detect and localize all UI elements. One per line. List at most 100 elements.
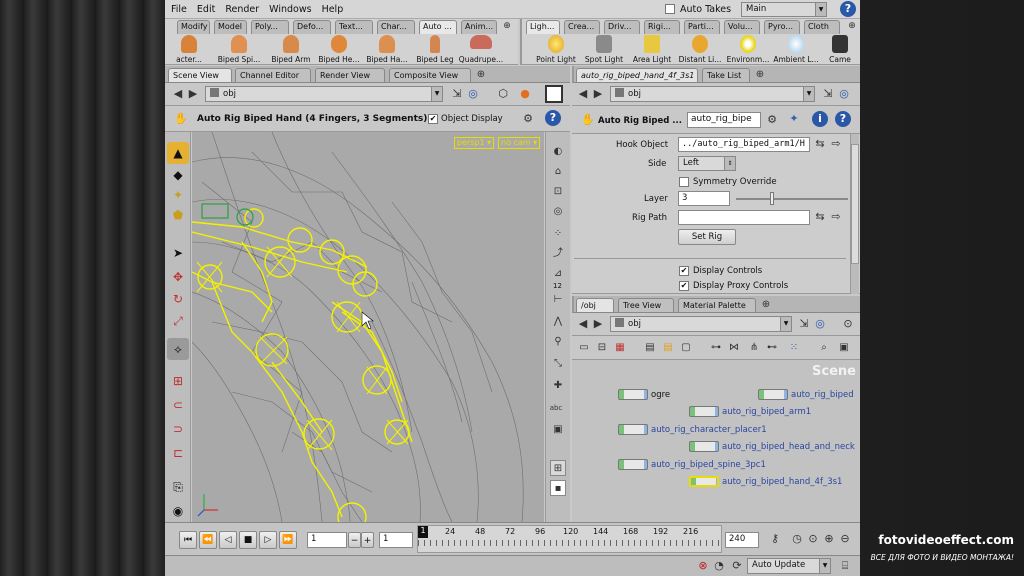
step-forward-icon[interactable]: ⏩ (279, 531, 297, 549)
shelf-tab-model[interactable]: Model (214, 20, 247, 34)
scale-tool-icon[interactable]: ⤢ (167, 310, 189, 332)
back-arrow-icon[interactable]: ◀ (575, 86, 591, 102)
color-palette-icon[interactable]: ▦ (612, 340, 628, 356)
tool-biped-hand[interactable]: Biped Ha... (361, 35, 413, 64)
grid-snap-icon[interactable]: ⁙ (786, 340, 802, 356)
link-icon[interactable]: ◎ (465, 86, 481, 102)
display-points-icon[interactable]: ⁘ (550, 226, 566, 242)
ghost-icon[interactable]: ◎ (550, 204, 566, 220)
shelf-menu-icon[interactable]: ⊕ (499, 19, 515, 35)
grid-icon[interactable]: ⊞ (550, 460, 566, 476)
pin-icon[interactable]: ⇲ (449, 86, 465, 102)
node-auto-rig-biped[interactable]: auto_rig_biped (758, 389, 854, 400)
tab-take-list[interactable]: Take List (702, 68, 750, 82)
shelf-tab-create[interactable]: Crea... (564, 20, 600, 34)
params-path-select[interactable]: obj ▼ (610, 86, 815, 102)
cook-icon[interactable]: ◔ (711, 558, 727, 574)
network-path-select[interactable]: obj ▼ (610, 316, 792, 332)
snap-options-icon[interactable]: ⚙ (520, 111, 536, 127)
shelf-tab-pyro[interactable]: Pyro... (764, 20, 800, 34)
viewport[interactable]: persp1 ▾ no cam ▾ (192, 132, 544, 522)
shelf-tab-rigid[interactable]: Rigi... (644, 20, 680, 34)
wire-icon[interactable]: ⤡ (550, 356, 566, 372)
tool-distant-light[interactable]: Distant Li... (676, 35, 724, 64)
help-icon[interactable]: ? (545, 110, 561, 126)
link-icon[interactable]: ◎ (812, 316, 828, 332)
menu-windows[interactable]: Windows (263, 0, 315, 15)
select-arrow-icon[interactable]: ➤ (167, 242, 189, 264)
python-icon[interactable]: ✦ (786, 111, 802, 127)
node-auto-rig-biped-arm1[interactable]: auto_rig_biped_arm1 (689, 406, 811, 417)
tab-channel-editor[interactable]: Channel Editor (235, 68, 311, 82)
params-scrollbar-thumb[interactable] (851, 144, 859, 264)
forward-arrow-icon[interactable]: ▶ (590, 316, 606, 332)
end-frame-field[interactable]: 240 (725, 532, 759, 548)
layer-slider-thumb[interactable] (769, 192, 774, 205)
add-tab-icon[interactable]: ⊕ (752, 67, 768, 83)
update-icon[interactable]: ⟳ (729, 558, 745, 574)
tool-camera[interactable]: Came (820, 35, 860, 64)
display-controls-checkbox[interactable]: ✔ (679, 266, 689, 276)
network-box-icon[interactable]: ▢ (678, 340, 694, 356)
node-auto-rig-character-placer1[interactable]: auto_rig_character_placer1 (618, 424, 767, 435)
view-tool-icon[interactable]: ⎘ (167, 476, 189, 498)
range-icon[interactable]: ⊖ (837, 531, 853, 547)
layer-field[interactable]: 3 (678, 191, 730, 206)
handle-mode-icon[interactable]: ⬟ (167, 204, 189, 226)
shelf-tab-deform[interactable]: Defo... (293, 20, 331, 34)
abc-icon[interactable]: abc (548, 400, 564, 416)
camera-tool-icon[interactable]: ◉ (167, 500, 189, 522)
no-cam-menu[interactable]: no cam ▾ (498, 137, 541, 149)
audio-icon[interactable]: ⊙ (805, 531, 821, 547)
back-arrow-icon[interactable]: ◀ (170, 86, 186, 102)
menu-render[interactable]: Render (219, 0, 263, 15)
tool-environment-light[interactable]: Environm... (724, 35, 772, 64)
handle-tool-icon[interactable]: ⟡ (167, 338, 189, 360)
texture-icon[interactable]: ▣ (550, 422, 566, 438)
info-icon[interactable]: i (812, 111, 828, 127)
back-arrow-icon[interactable]: ◀ (575, 316, 591, 332)
tool-ambient-light[interactable]: Ambient L... (772, 35, 820, 64)
display-uv-icon[interactable]: ⊿ (550, 266, 566, 282)
forward-arrow-icon[interactable]: ▶ (590, 86, 606, 102)
set-rig-button[interactable]: Set Rig (678, 229, 736, 245)
play-reverse-icon[interactable]: ◁ (219, 531, 237, 549)
jump-to-node-icon[interactable]: ⇨ (828, 209, 844, 225)
home-view-icon[interactable]: ⌂ (550, 164, 566, 180)
node-auto-rig-biped-head-and-neck[interactable]: auto_rig_biped_head_and_neck (689, 441, 855, 452)
shelf-tab-particles[interactable]: Parti... (684, 20, 720, 34)
stop-cook-icon[interactable]: ⊗ (695, 558, 711, 574)
zoom-icon[interactable]: ⊙ (840, 316, 856, 332)
shelf-tab-character[interactable]: Char... (377, 20, 415, 34)
tool-biped-spine[interactable]: Biped Spi... (213, 35, 265, 64)
keyframe-icon[interactable]: ⚷ (767, 531, 783, 547)
network-editor[interactable]: Scene ogre auto_rig_biped auto_rig_biped… (572, 360, 860, 522)
tool-spot-light[interactable]: Spot Light (580, 35, 628, 64)
object-mode-icon[interactable]: ◆ (167, 164, 189, 186)
tool-quadruped[interactable]: Quadrupe... (455, 35, 507, 64)
add-tab-icon[interactable]: ⊕ (473, 67, 489, 83)
measure-icon[interactable]: ⊢ (550, 292, 566, 308)
pin-icon[interactable]: ⇲ (796, 316, 812, 332)
help-icon[interactable]: ? (835, 111, 851, 127)
display-proxy-controls-checkbox[interactable]: ✔ (679, 281, 689, 291)
object-display-checkbox[interactable]: ✔ (428, 114, 438, 124)
node-chooser-icon[interactable]: ⇆ (812, 209, 828, 225)
pose-tool-icon[interactable]: ⊞ (167, 370, 189, 392)
tool-biped-leg[interactable]: Biped Leg (409, 35, 461, 64)
menu-file[interactable]: File (165, 0, 191, 15)
frame-increment-icon[interactable]: + (361, 532, 374, 548)
shelf-tab-modify[interactable]: Modify (177, 20, 210, 34)
pin-icon[interactable]: ⇲ (820, 86, 836, 102)
note-icon[interactable]: ▤ (660, 340, 676, 356)
layer-slider-track[interactable] (736, 198, 848, 200)
tab-obj-network[interactable]: /obj (576, 298, 614, 312)
magnet-tool-icon[interactable]: ⊂ (167, 394, 189, 416)
layout-icon[interactable]: ⊶ (708, 340, 724, 356)
shelf-tab-poly[interactable]: Poly... (251, 20, 289, 34)
params-scrollbar[interactable] (850, 134, 859, 294)
timeline-ruler[interactable]: 1 24 48 72 96 120 144 168 192 216 (417, 525, 722, 553)
shelf-tab-animation[interactable]: Anim... (461, 20, 497, 34)
stop-icon[interactable]: ■ (239, 531, 257, 549)
frame-icon[interactable]: ▣ (836, 340, 852, 356)
